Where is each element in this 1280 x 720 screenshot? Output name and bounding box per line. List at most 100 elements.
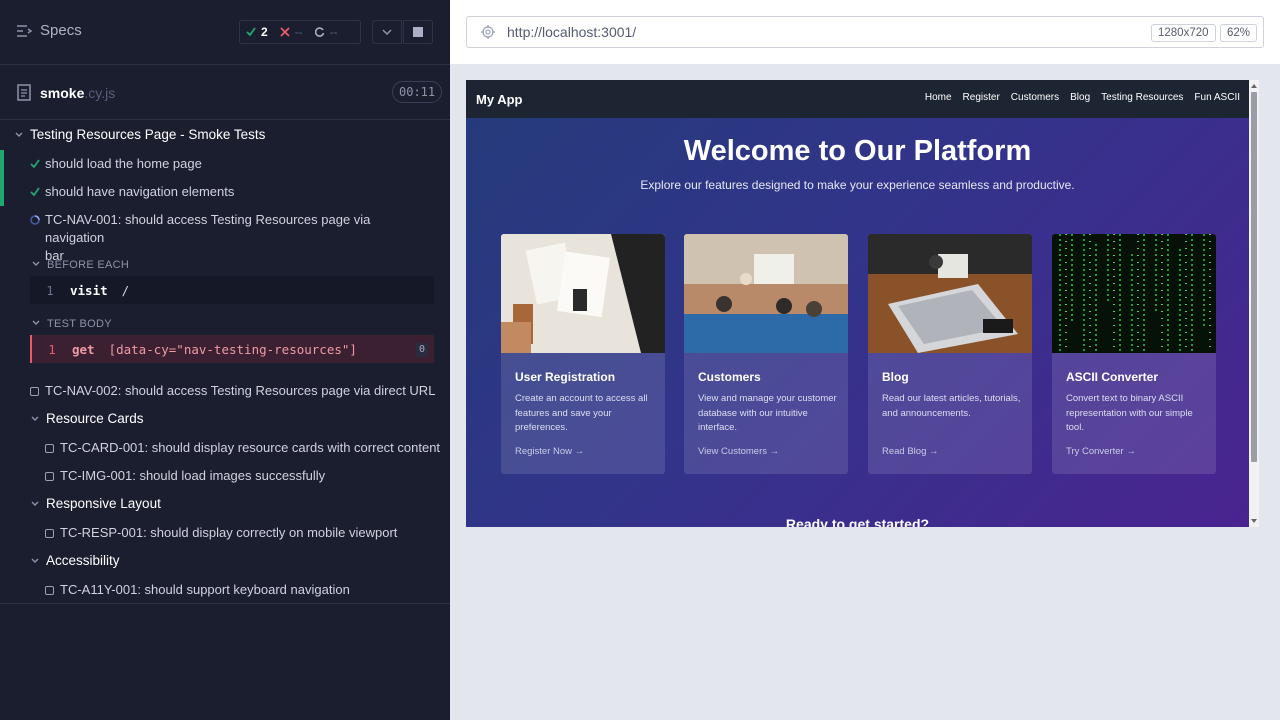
card-description: Read our latest articles, tutorials, and…: [882, 393, 1021, 419]
line-number: 1: [48, 341, 56, 357]
card-title: ASCII Converter: [1066, 370, 1159, 384]
cta-heading: Ready to get started?: [785, 516, 930, 527]
duration-timer: 00:11: [392, 81, 443, 103]
test-row[interactable]: should load the home page: [0, 155, 450, 173]
pending-count: --: [329, 25, 338, 39]
suite-row[interactable]: Resource Cards: [0, 410, 450, 428]
command-row-active[interactable]: 1 get [data-cy="nav-testing-resources"] …: [30, 335, 434, 363]
team-meeting-image: [684, 234, 848, 353]
pending-box-icon: [45, 444, 54, 453]
nav-link-home[interactable]: Home: [925, 92, 952, 103]
failed-count: --: [294, 25, 303, 39]
test-title: TC-NAV-002: should access Testing Resour…: [45, 383, 436, 398]
url-text: http://localhost:3001/: [507, 24, 637, 40]
test-stats: 2 -- --: [239, 20, 361, 44]
test-row[interactable]: should have navigation elements: [0, 183, 450, 201]
chevron-down-icon: [15, 132, 23, 137]
card-title: Blog: [882, 370, 909, 384]
pending-box-icon: [45, 529, 54, 538]
card-link-text: View Customers: [698, 446, 767, 457]
scroll-up-icon[interactable]: [1251, 84, 1257, 88]
specs-label: Specs: [40, 22, 82, 39]
arrow-right-icon: →: [769, 446, 780, 457]
viewport-size-pill[interactable]: 1280x720: [1151, 24, 1216, 42]
element-count-badge: 0: [416, 343, 428, 357]
specs-button[interactable]: Specs: [16, 22, 82, 39]
nav-link-testing-resources[interactable]: Testing Resources: [1101, 92, 1183, 103]
stop-icon: [413, 27, 423, 37]
test-row[interactable]: TC-IMG-001: should load images successfu…: [0, 467, 450, 485]
spec-name: smoke.cy.js: [40, 85, 115, 101]
suite-title: Accessibility: [46, 553, 120, 568]
chevron-down-icon: [31, 558, 39, 563]
suite-title: Responsive Layout: [46, 496, 161, 511]
command-name: visit: [70, 282, 108, 298]
scroll-thumb[interactable]: [1251, 92, 1257, 462]
card-link-text: Register Now: [515, 446, 573, 457]
command-name: get: [72, 341, 95, 357]
pending-box-icon: [45, 472, 54, 481]
nav-link-customers[interactable]: Customers: [1011, 92, 1059, 103]
test-title: should load the home page: [45, 156, 202, 171]
reporter-header: Specs 2 -- --: [0, 0, 450, 65]
hero-title: Welcome to Our Platform: [683, 135, 1032, 167]
laptop-desk-image: [868, 234, 1032, 353]
test-tree: Testing Resources Page - Smoke Tests sho…: [0, 120, 450, 604]
pending-icon: [314, 27, 324, 37]
chevron-down-icon: [32, 320, 40, 325]
pending-stat: --: [309, 21, 344, 43]
app-brand[interactable]: My App: [476, 92, 522, 107]
failed-stat: --: [274, 21, 309, 43]
app-preview: http://localhost:3001/ 1280x720 62% My A…: [450, 0, 1280, 720]
feature-card: Customers View and manage your customer …: [684, 234, 848, 474]
pending-box-icon: [45, 586, 54, 595]
spec-header: smoke.cy.js 00:11: [0, 65, 450, 120]
test-title: TC-IMG-001: should load images successfu…: [60, 468, 326, 483]
test-title: TC-CARD-001: should display resource car…: [60, 440, 441, 455]
card-link[interactable]: View Customers →: [698, 446, 779, 457]
feature-card: User Registration Create an account to a…: [501, 234, 665, 474]
hook-test-body[interactable]: TEST BODY: [0, 315, 450, 333]
suite-row[interactable]: Responsive Layout: [0, 495, 450, 513]
check-icon: [30, 187, 40, 197]
command-arg: [data-cy="nav-testing-resources"]: [108, 341, 357, 357]
card-link[interactable]: Read Blog →: [882, 446, 939, 457]
chevron-down-icon: [31, 501, 39, 506]
hero-subtitle: Explore our features designed to make yo…: [640, 178, 1075, 192]
paperwork-image: [501, 234, 665, 353]
chevron-down-icon: [32, 261, 40, 266]
feature-card: Blog Read our latest articles, tutorials…: [868, 234, 1032, 474]
suite-title: Resource Cards: [46, 411, 144, 426]
card-description: Create an account to access all features…: [515, 393, 648, 433]
check-icon: [30, 159, 40, 169]
url-bar[interactable]: http://localhost:3001/ 1280x720 62%: [466, 16, 1264, 48]
zoom-pill[interactable]: 62%: [1220, 24, 1258, 42]
command-row[interactable]: 1 visit /: [30, 276, 434, 304]
test-row[interactable]: TC-RESP-001: should display correctly on…: [0, 524, 450, 542]
suite-row[interactable]: Testing Resources Page - Smoke Tests: [0, 126, 450, 144]
suite-row[interactable]: Accessibility: [0, 552, 450, 570]
card-link[interactable]: Register Now →: [515, 446, 584, 457]
hook-label: TEST BODY: [47, 318, 112, 330]
reporter-panel: Specs 2 -- -- smoke.cy.js 00:11 Testing …: [0, 0, 450, 720]
stop-button[interactable]: [403, 20, 433, 44]
nav-link-blog[interactable]: Blog: [1070, 92, 1090, 103]
specs-list-icon: [17, 24, 32, 37]
passed-count: 2: [261, 25, 268, 39]
arrow-right-icon: →: [929, 446, 939, 457]
viewport-scrollbar[interactable]: [1249, 80, 1259, 527]
test-row[interactable]: TC-NAV-002: should access Testing Resour…: [0, 382, 450, 400]
scroll-down-icon[interactable]: [1251, 519, 1257, 523]
selector-playground-icon[interactable]: [481, 25, 495, 39]
app-navbar: My App Home Register Customers Blog Test…: [466, 80, 1249, 118]
card-title: User Registration: [515, 370, 616, 384]
nav-link-register[interactable]: Register: [963, 92, 1000, 103]
card-description: View and manage your customer database w…: [698, 393, 837, 433]
card-link[interactable]: Try Converter →: [1066, 446, 1136, 457]
chevron-down-icon: [382, 29, 392, 35]
test-row[interactable]: TC-A11Y-001: should support keyboard nav…: [0, 581, 450, 599]
test-row[interactable]: TC-CARD-001: should display resource car…: [0, 439, 450, 457]
hook-before-each[interactable]: BEFORE EACH: [0, 256, 450, 274]
collapse-button[interactable]: [372, 20, 402, 44]
nav-link-fun-ascii[interactable]: Fun ASCII: [1194, 92, 1240, 103]
